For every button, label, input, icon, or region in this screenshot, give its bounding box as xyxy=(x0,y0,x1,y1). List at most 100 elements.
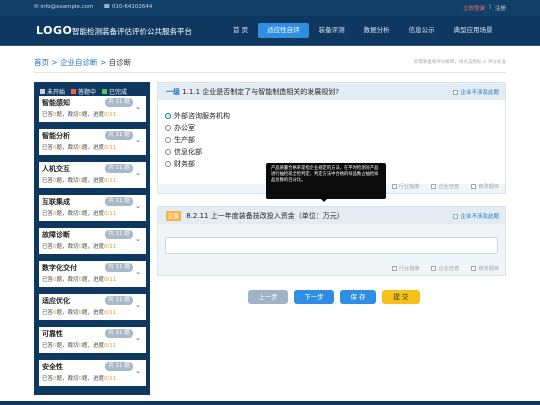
nav-item-home[interactable]: 首 页 xyxy=(224,23,257,38)
action-buttons: 上一步 下一步 保 存 提 交 xyxy=(248,290,420,304)
breadcrumb-current: 自诊断 xyxy=(108,58,132,67)
checkbox-icon xyxy=(391,184,397,189)
doing-swatch-icon xyxy=(71,89,77,94)
category-progress: 已答0题，裁切0题，进度0/11 xyxy=(42,244,117,250)
chevron-down-icon[interactable]: ⌄ xyxy=(135,202,141,210)
chevron-down-icon[interactable]: ⌄ xyxy=(135,334,141,342)
breadcrumb-home[interactable]: 首页 xyxy=(34,58,49,67)
login-link[interactable]: 立即登录 xyxy=(463,4,485,12)
radio-icon xyxy=(165,125,171,131)
chevron-down-icon[interactable]: ⌄ xyxy=(135,235,141,243)
question-title: 一级 1.1.1 企业是否制定了与智能制造相关的发展规划? xyxy=(166,88,339,96)
nav-item-data-analysis[interactable]: 数据分析 xyxy=(355,23,399,38)
option-radio[interactable]: 财务部 xyxy=(165,159,195,169)
checkbox-icon xyxy=(431,266,437,271)
category-card[interactable]: 智能分析 共 11 题已答0题，裁切0题，进度0/11 ⌄ xyxy=(39,129,146,155)
question-count-badge: 共 11 题 xyxy=(105,197,133,206)
email-text: ✉ info@example.com xyxy=(34,4,94,10)
category-name: 人机交互 xyxy=(42,165,70,173)
category-progress: 已答0题，裁切0题，进度0/11 xyxy=(42,112,117,118)
footer-bar xyxy=(0,401,540,405)
category-progress: 已答0题，裁切0题，进度0/11 xyxy=(42,277,117,283)
self-check-checkbox[interactable]: 企业自查 xyxy=(431,183,459,190)
question-count-badge: 共 11 题 xyxy=(105,131,133,140)
category-card[interactable]: 安全性 共 11 题已答0题，裁切0题，进度0/11 ⌄ xyxy=(39,360,146,386)
nav-item-equipment-evaluation[interactable]: 装备评测 xyxy=(310,23,354,38)
save-button[interactable]: 保 存 xyxy=(340,290,376,304)
chevron-down-icon[interactable]: ⌄ xyxy=(135,103,141,111)
question-card-2: 定量 8.2.11 上一年度装备技改投入资金（单位：万元） 企业不涉及此题 行业… xyxy=(157,206,506,276)
self-check-checkbox[interactable]: 企业自查 xyxy=(431,265,459,272)
industry-guide-checkbox[interactable]: 行业指南 xyxy=(391,183,419,190)
radio-icon xyxy=(165,137,171,143)
chevron-down-icon[interactable]: ⌄ xyxy=(135,136,141,144)
checkbox-icon xyxy=(391,266,397,271)
option-radio[interactable]: 外部咨询服务机构 xyxy=(165,111,230,121)
scoring-hint: 如需要查看评分解释，请点击图标 ⊙ 评分标准 xyxy=(413,60,506,65)
question-title: 定量 8.2.11 上一年度装备技改投入资金（单位：万元） xyxy=(166,211,344,221)
contact-info: ✉ info@example.com ☎ 010-64102644 xyxy=(34,4,152,10)
done-swatch-icon xyxy=(102,89,108,94)
divider xyxy=(34,72,506,73)
breadcrumb-section[interactable]: 企业自诊断 xyxy=(60,58,98,67)
category-name: 数字化交付 xyxy=(42,264,77,272)
breadcrumb-row: 首页 > 企业自诊断 > 自诊断 如需要查看评分解释，请点击图标 ⊙ 评分标准 xyxy=(34,57,506,69)
breadcrumb-sep: > xyxy=(49,58,61,67)
category-card[interactable]: 故障诊断 共 11 题已答0题，裁切0题，进度0/11 ⌄ xyxy=(39,228,146,254)
nav-item-self-assessment[interactable]: 适应性自评 xyxy=(258,23,309,38)
amount-input[interactable] xyxy=(165,237,498,254)
prev-button[interactable]: 上一步 xyxy=(248,290,288,304)
checkbox-icon xyxy=(471,266,477,271)
not-applicable-checkbox[interactable]: 企业不涉及此题 xyxy=(453,88,499,96)
not-applicable-checkbox[interactable]: 企业不涉及此题 xyxy=(453,212,499,220)
category-name: 互联集成 xyxy=(42,198,70,206)
chevron-down-icon[interactable]: ⌄ xyxy=(135,367,141,375)
chevron-down-icon[interactable]: ⌄ xyxy=(135,268,141,276)
site-logo[interactable]: LOGO xyxy=(36,24,72,37)
industry-guide-checkbox[interactable]: 行业指南 xyxy=(391,265,419,272)
register-link[interactable]: 注册 xyxy=(495,4,506,12)
question-type-tag: 定量 xyxy=(166,211,182,221)
question-count-badge: 共 11 题 xyxy=(105,296,133,305)
category-card[interactable]: 数字化交付 共 11 题已答0题，裁切0题，进度0/11 ⌄ xyxy=(39,261,146,287)
nav-item-use-cases[interactable]: 典型应用场景 xyxy=(445,23,502,38)
breadcrumb-sep: > xyxy=(97,58,109,67)
category-progress: 已答0题，裁切0题，进度0/11 xyxy=(42,343,117,349)
question-count-badge: 共 11 题 xyxy=(105,263,133,272)
category-card[interactable]: 可靠性 共 11 题已答0题，裁切0题，进度0/11 ⌄ xyxy=(39,327,146,353)
definition-tooltip: 产品质量合格率是指企业规定的方法，在平时检测对产品进行抽检或全检判定，判定方法中… xyxy=(266,163,386,202)
category-card[interactable]: 人机交互 共 11 题已答0题，裁切0题，进度0/11 ⌄ xyxy=(39,162,146,188)
category-sidebar: 未开始 答题中 已完成 智能感知共 11 题已答0题，裁切0题，进度0/11 ⌄ 智… xyxy=(34,82,150,395)
category-name: 适应优化 xyxy=(42,297,70,305)
category-progress: 已答0题，裁切0题，进度0/11 xyxy=(42,310,117,316)
edit-question-checkbox[interactable]: 修改题目 xyxy=(471,183,499,190)
checkbox-icon xyxy=(453,214,459,219)
question-level: 一级 xyxy=(166,88,180,96)
option-radio[interactable]: 信息化部 xyxy=(165,147,202,157)
chevron-down-icon[interactable]: ⌄ xyxy=(135,301,141,309)
question-header: 定量 8.2.11 上一年度装备技改投入资金（单位：万元） 企业不涉及此题 xyxy=(158,207,505,224)
category-progress: 已答0题，裁切0题，进度0/11 xyxy=(42,145,117,151)
edit-question-checkbox[interactable]: 修改题目 xyxy=(471,265,499,272)
radio-selected-icon xyxy=(165,113,171,119)
category-progress: 已答0题，裁切0题，进度0/11 xyxy=(42,376,117,382)
category-card[interactable]: 适应优化 共 11 题已答0题，裁切0题，进度0/11 ⌄ xyxy=(39,294,146,320)
option-radio[interactable]: 生产部 xyxy=(165,135,195,145)
status-legend: 未开始 答题中 已完成 xyxy=(40,87,127,96)
submit-button[interactable]: 提 交 xyxy=(382,290,420,304)
question-count-badge: 共 11 题 xyxy=(105,164,133,173)
question-footer: 行业指南 企业自查 修改题目 xyxy=(391,183,499,190)
nav-menu: 首 页 适应性自评 装备评测 数据分析 信息公示 典型应用场景 xyxy=(224,23,503,38)
nav-item-announcements[interactable]: 信息公示 xyxy=(400,23,444,38)
question-count-badge: 共 11 题 xyxy=(105,230,133,239)
radio-icon xyxy=(165,161,171,167)
option-radio[interactable]: 办公室 xyxy=(165,123,195,133)
chevron-down-icon[interactable]: ⌄ xyxy=(135,169,141,177)
category-card[interactable]: 互联集成 共 11 题已答0题，裁切0题，进度0/11 ⌄ xyxy=(39,195,146,221)
checkbox-icon xyxy=(431,184,437,189)
category-name: 故障诊断 xyxy=(42,231,70,239)
question-footer: 行业指南 企业自查 修改题目 xyxy=(391,265,499,272)
category-name: 智能分析 xyxy=(42,132,70,140)
category-card[interactable]: 智能感知 共 11 题已答0题，裁切0题，进度0/11 ⌄ xyxy=(39,96,146,122)
next-button[interactable]: 下一步 xyxy=(294,290,334,304)
